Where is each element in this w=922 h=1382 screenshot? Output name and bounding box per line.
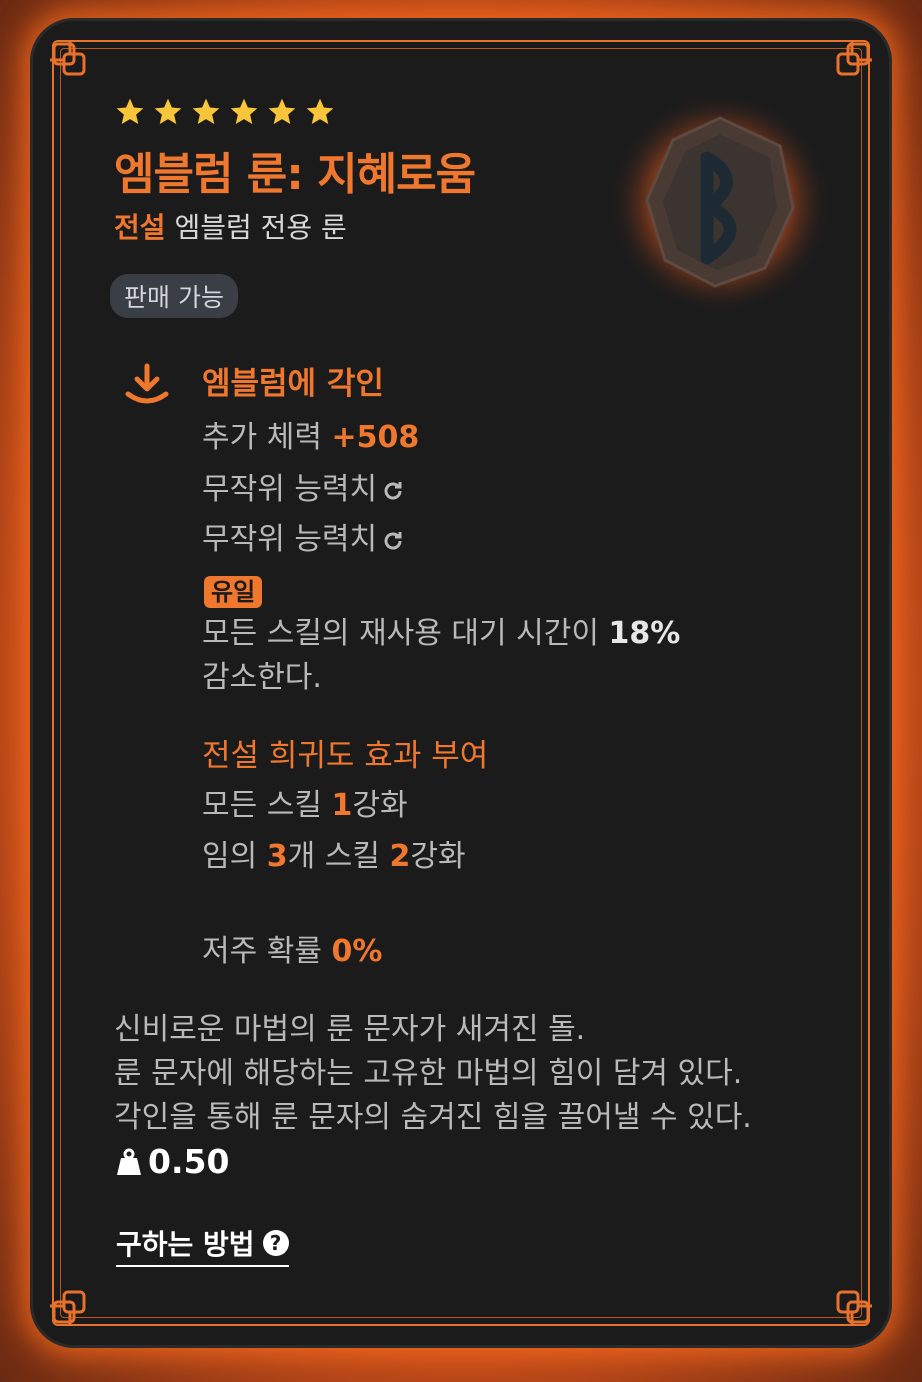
star-rating — [114, 96, 336, 128]
bonus-stat-line: 추가 체력 +508 — [202, 412, 419, 456]
unique-effect-value: 18% — [608, 616, 681, 651]
engrave-section-title: 엠블럼에 각인 — [202, 366, 384, 402]
bonus-stat-value: +508 — [331, 420, 420, 455]
legendary-effect-line: 임의 3개 스킬 2강화 — [202, 831, 466, 875]
item-subtitle: 전설 엠블럼 전용 룬 — [114, 206, 347, 246]
item-type: 엠블럼 전용 룬 — [174, 211, 347, 244]
curse-chance-value: 0% — [331, 934, 383, 969]
curse-chance-line: 저주 확률 0% — [202, 926, 382, 970]
description-line: 룬 문자에 해당하는 고유한 마법의 힘이 담겨 있다. — [114, 1056, 743, 1091]
star-icon — [116, 98, 144, 124]
engrave-icon — [125, 363, 169, 404]
star-icon — [306, 98, 334, 124]
star-icon — [230, 98, 258, 124]
random-stat-label: 무작위 능력치 — [202, 472, 378, 507]
how-to-get-label[interactable]: 구하는 방법 — [116, 1223, 255, 1263]
unique-badge: 유일 — [204, 576, 263, 608]
item-title: 엠블럼 룬: 지혜로움 — [114, 149, 476, 200]
star-icon — [154, 98, 182, 124]
unique-effect-line: 감소한다. — [202, 660, 322, 695]
item-tooltip-card: 엠블럼 룬: 지혜로움 전설 엠블럼 전용 룬 판매 가능 엠블럼에 각인 추가… — [30, 18, 892, 1348]
item-grade: 전설 — [114, 211, 166, 244]
help-icon[interactable]: ? — [262, 1230, 289, 1256]
legendary-text: 개 스킬 — [287, 839, 390, 874]
description-line: 각인을 통해 룬 문자의 숨겨진 힘을 끌어낼 수 있다. — [114, 1100, 752, 1135]
legendary-effect-line: 모든 스킬 1강화 — [202, 780, 408, 824]
corner-knot-icon — [50, 40, 86, 76]
weight-icon — [117, 1148, 141, 1175]
legendary-text: 모든 스킬 — [202, 788, 332, 823]
legendary-text: 임의 — [202, 839, 267, 874]
legendary-value: 2 — [389, 839, 411, 874]
legendary-section-title: 전설 희귀도 효과 부여 — [202, 738, 489, 774]
reroll-icon[interactable] — [381, 529, 405, 553]
legendary-text: 강화 — [410, 839, 466, 874]
description-line: 신비로운 마법의 룬 문자가 새겨진 돌. — [114, 1012, 586, 1047]
how-to-get-link[interactable]: 구하는 방법 ? — [116, 1223, 289, 1267]
bonus-stat-label: 추가 체력 — [202, 420, 332, 455]
curse-chance-label: 저주 확률 — [202, 934, 332, 969]
corner-knot-icon — [836, 1290, 872, 1326]
legendary-value: 3 — [266, 839, 288, 874]
random-stat-line: 무작위 능력치 — [202, 514, 405, 558]
unique-effect-line: 모든 스킬의 재사용 대기 시간이 18% — [202, 608, 680, 652]
star-icon — [192, 98, 220, 124]
unique-effect-text: 모든 스킬의 재사용 대기 시간이 — [202, 616, 609, 651]
weight-value: 0.50 — [148, 1142, 230, 1181]
star-icon — [268, 98, 296, 124]
legendary-text: 강화 — [352, 788, 408, 823]
item-weight: 0.50 — [116, 1142, 229, 1181]
corner-knot-icon — [836, 40, 872, 76]
sellable-badge: 판매 가능 — [110, 274, 238, 318]
corner-knot-icon — [50, 1290, 86, 1326]
random-stat-label: 무작위 능력치 — [202, 522, 378, 557]
legendary-value: 1 — [331, 788, 353, 823]
rune-icon — [608, 91, 832, 315]
reroll-icon[interactable] — [381, 479, 405, 503]
random-stat-line: 무작위 능력치 — [202, 464, 405, 508]
